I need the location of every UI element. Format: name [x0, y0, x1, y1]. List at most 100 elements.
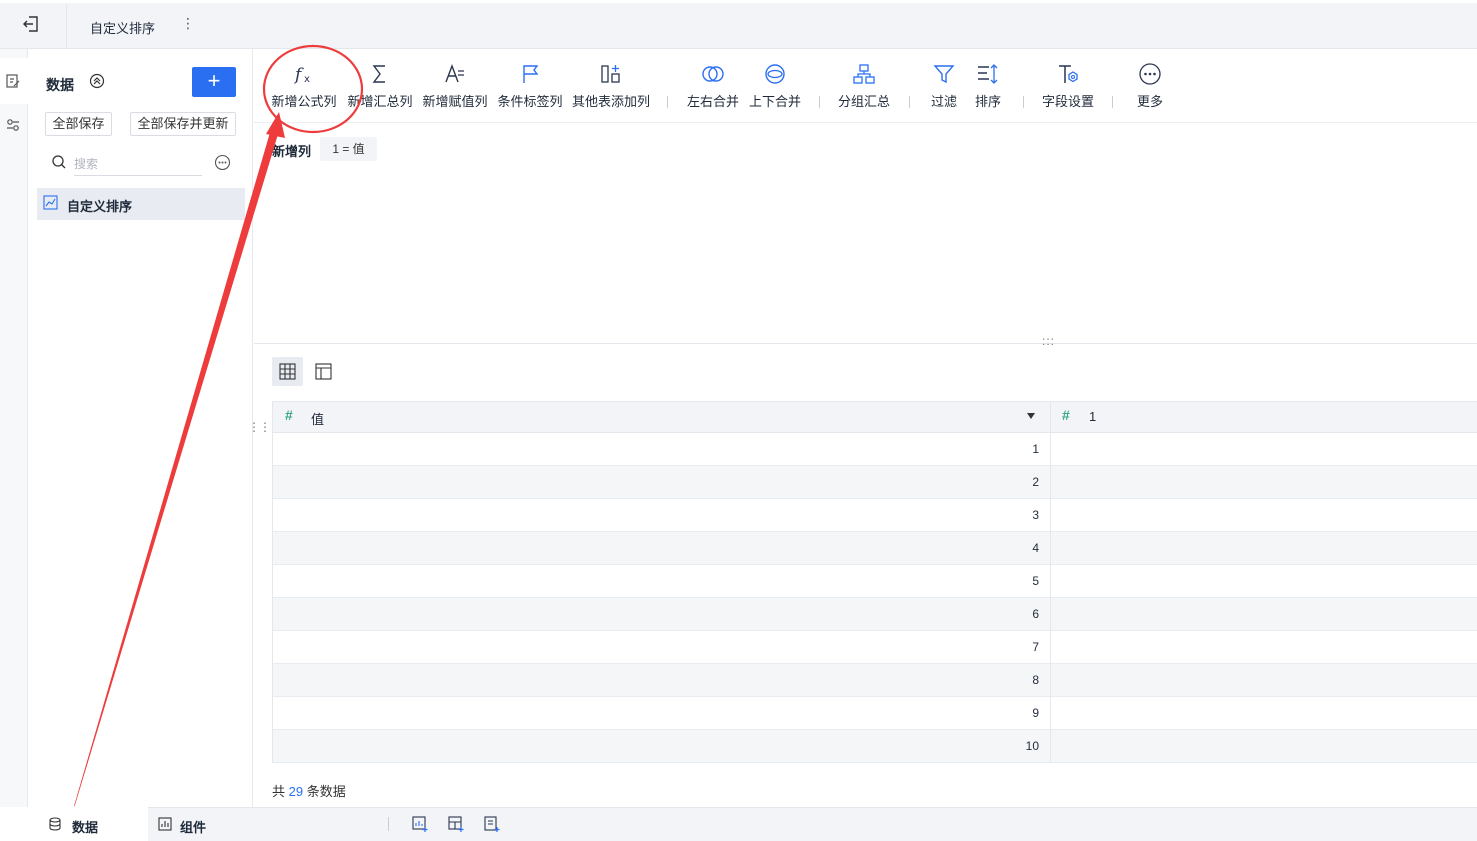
- add-column-from-other-table-button[interactable]: 其他表添加列: [570, 62, 652, 114]
- row-count: 共 29 条数据: [272, 781, 346, 800]
- conditional-label-column-button[interactable]: 条件标签列: [494, 62, 566, 114]
- tree-item-label: 自定义排序: [67, 199, 133, 214]
- column-header-1[interactable]: 1: [1089, 409, 1096, 424]
- row-count-number: 29: [288, 784, 304, 799]
- component-icon: [158, 817, 172, 831]
- panel-resize-handle[interactable]: ⋮⋮: [248, 420, 271, 434]
- cell-value: 5: [1032, 574, 1039, 588]
- left-rail: [0, 49, 28, 807]
- table-row: 4: [273, 532, 1477, 565]
- filter-icon: [933, 65, 955, 84]
- bottom-separator: [388, 817, 389, 831]
- cell-value: 6: [1032, 607, 1039, 621]
- add-chart-icon[interactable]: [411, 815, 429, 833]
- number-type-icon: #: [285, 407, 293, 423]
- save-all-update-button[interactable]: 全部保存并更新: [130, 112, 236, 136]
- column-divider: [1050, 401, 1051, 763]
- table-row: 10: [273, 730, 1477, 763]
- exit-icon[interactable]: [20, 14, 42, 34]
- step-chip[interactable]: 1 = 值: [320, 137, 377, 161]
- sigma-icon: [372, 65, 385, 83]
- row-count-suffix: 条数据: [306, 784, 346, 799]
- layout-view-button[interactable]: [312, 357, 336, 386]
- sort-button[interactable]: 排序: [966, 62, 1010, 114]
- column-dropdown-icon[interactable]: [1027, 413, 1035, 419]
- toolbar-separator: [667, 96, 668, 108]
- add-summary-column-button[interactable]: 新增汇总列: [344, 62, 416, 114]
- add-button[interactable]: +: [192, 67, 236, 97]
- component-tab-label[interactable]: 组件: [180, 817, 206, 836]
- table-row: 6: [273, 598, 1477, 631]
- table-header: [272, 401, 1477, 433]
- top-bar: [0, 0, 1477, 49]
- cell-value: 8: [1032, 673, 1039, 687]
- table-row: 8: [273, 664, 1477, 697]
- group-summary-button[interactable]: 分组汇总: [834, 62, 894, 114]
- step-label: 新增列: [272, 144, 312, 159]
- search-icon: [52, 155, 66, 169]
- cell-value: 9: [1032, 706, 1039, 720]
- column-header-value[interactable]: 值: [311, 409, 324, 428]
- group-icon: [853, 64, 875, 84]
- chart-icon: [43, 195, 58, 210]
- flag-icon: [523, 65, 539, 83]
- more-icon: [1139, 63, 1161, 85]
- field-settings-icon: [1059, 65, 1078, 83]
- add-assign-column-button[interactable]: 新增赋值列: [419, 62, 491, 114]
- cell-value: 2: [1032, 475, 1039, 489]
- merge-lr-icon: [702, 66, 724, 82]
- grid-view-button[interactable]: [272, 357, 303, 386]
- grid-icon: [279, 363, 296, 380]
- toolbar-separator: [909, 96, 910, 108]
- tab-more-icon[interactable]: ⋮: [181, 15, 195, 32]
- database-icon: [49, 817, 61, 831]
- cell-value: 4: [1032, 541, 1039, 555]
- assign-icon: [445, 64, 464, 83]
- table-row: 2: [273, 466, 1477, 499]
- add-table-icon: [601, 65, 620, 83]
- merge-left-right-button[interactable]: 左右合并: [684, 62, 742, 114]
- svg-text:f: f: [293, 65, 304, 85]
- add-report-icon[interactable]: [483, 815, 501, 833]
- collapse-up-icon[interactable]: [89, 73, 105, 89]
- field-settings-button[interactable]: 字段设置: [1038, 62, 1098, 114]
- toolbar-separator: [1023, 96, 1024, 108]
- bottom-bar: [148, 807, 1477, 841]
- toolbar-separator: [819, 96, 820, 108]
- data-edit-icon[interactable]: [5, 73, 21, 89]
- table-row: 7: [273, 631, 1477, 664]
- table-row: 5: [273, 565, 1477, 598]
- more-button[interactable]: 更多: [1128, 62, 1172, 114]
- merge-ud-icon: [765, 64, 785, 84]
- table-border: [272, 401, 273, 763]
- config-icon[interactable]: [5, 117, 21, 133]
- data-tab-label[interactable]: 数据: [72, 817, 98, 836]
- number-type-icon: #: [1062, 407, 1070, 423]
- merge-up-down-button[interactable]: 上下合并: [746, 62, 804, 114]
- add-dashboard-icon[interactable]: [447, 815, 465, 833]
- save-all-button[interactable]: 全部保存: [45, 112, 112, 136]
- cell-value: 1: [1032, 442, 1039, 456]
- filter-button[interactable]: 过滤: [922, 62, 966, 114]
- more-options-icon[interactable]: [214, 154, 231, 171]
- split-divider: [254, 343, 1477, 344]
- table-row: 9: [273, 697, 1477, 730]
- table-row: 3: [273, 499, 1477, 532]
- panel-title: 数据: [46, 77, 74, 93]
- svg-text:x: x: [304, 74, 310, 85]
- tab-title[interactable]: 自定义排序: [90, 18, 155, 37]
- cell-value: 7: [1032, 640, 1039, 654]
- divider: [66, 4, 67, 49]
- fx-icon: f x: [293, 65, 310, 85]
- table-row: 1: [273, 433, 1477, 466]
- add-formula-column-button[interactable]: f x 新增公式列: [268, 62, 340, 114]
- layout-icon: [315, 363, 332, 380]
- cell-value: 10: [1025, 739, 1039, 753]
- toolbar-separator: [1112, 96, 1113, 108]
- row-count-prefix: 共: [272, 784, 286, 799]
- search-input[interactable]: [74, 152, 202, 176]
- cell-value: 3: [1032, 508, 1039, 522]
- annotation-arrowhead: [266, 112, 285, 138]
- split-resize-handle[interactable]: :::: [1042, 334, 1055, 348]
- sort-icon: [978, 64, 998, 84]
